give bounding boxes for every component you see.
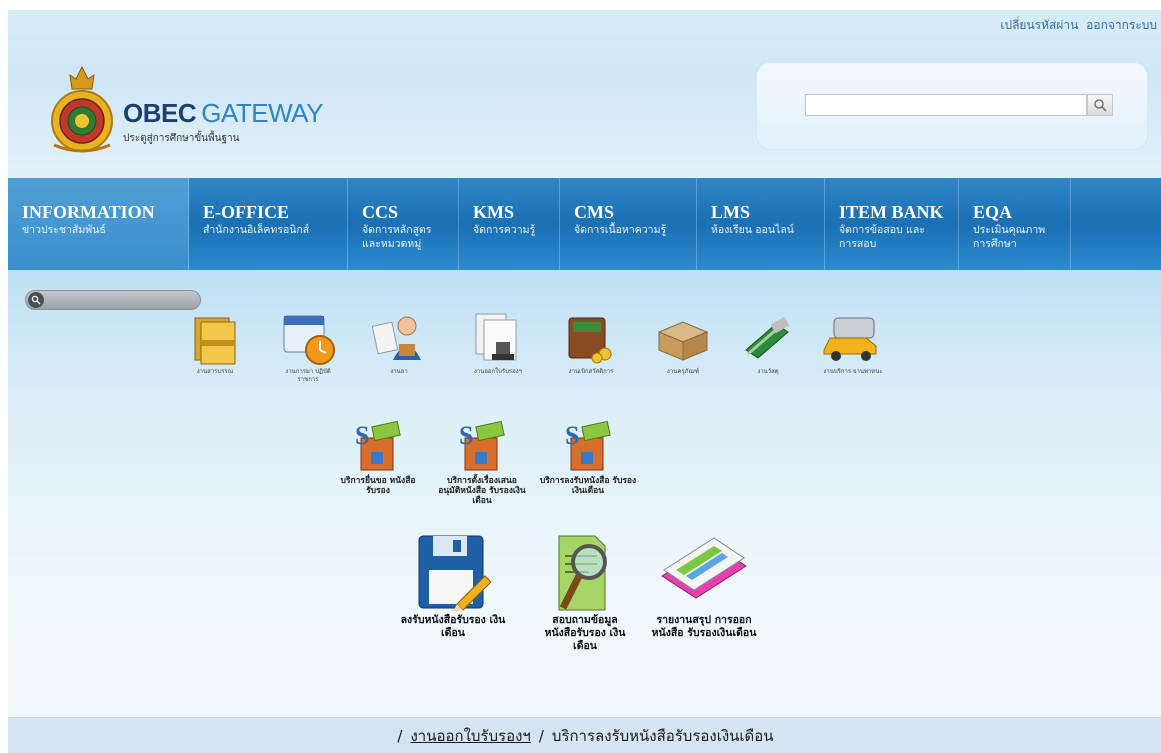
search-button[interactable] bbox=[1087, 94, 1113, 116]
open-box-icon bbox=[657, 321, 709, 361]
nav-item-cms[interactable]: CMS จัดการเนื้อหาความรู้ bbox=[560, 178, 697, 270]
svg-text:S: S bbox=[355, 421, 369, 450]
breadcrumb: / งานออกใบรับรองฯ / บริการลงรับหนังสือรั… bbox=[8, 717, 1161, 753]
calendar-clock-icon bbox=[283, 315, 335, 365]
breadcrumb-link[interactable]: งานออกใบรับรองฯ bbox=[410, 724, 530, 748]
module-label: งานสารบรรณ bbox=[196, 368, 234, 375]
nav-sub: จัดการข้อสอบ และการสอบ bbox=[839, 224, 925, 250]
nav-item-eqa[interactable]: EQA ประเมินคุณภาพ การศึกษา bbox=[959, 178, 1071, 270]
module-tile[interactable]: งานเบิกสวัสดิการ bbox=[551, 310, 631, 376]
breadcrumb-separator: / bbox=[538, 726, 544, 745]
eoffice-package-icon: S bbox=[565, 420, 611, 471]
module-tile[interactable]: งานลา bbox=[364, 310, 434, 376]
module-label: งานลา bbox=[390, 368, 408, 375]
brand-obec: OBEC bbox=[123, 98, 197, 128]
stapler-icon bbox=[745, 316, 790, 359]
brand-subtitle: ประตูสู่การศึกษาขั้นพื้นฐาน bbox=[123, 133, 240, 144]
module-tile[interactable]: งานครุภัณฑ์ bbox=[648, 310, 718, 376]
nav-item-information[interactable]: INFORMATION ข่าวประชาสัมพันธ์ bbox=[8, 178, 189, 270]
service-label: บริการยื่นขอ หนังสือรับรอง bbox=[340, 476, 416, 496]
nav-sub: จัดการความรู้ bbox=[473, 224, 536, 236]
nav-sub: ข่าวประชาสัมพันธ์ bbox=[22, 224, 106, 236]
svg-text:S: S bbox=[459, 421, 473, 450]
action-label: สอบถามข้อมูล หนังสือรับรอง เงินเดือน bbox=[544, 614, 626, 652]
search-input[interactable] bbox=[805, 94, 1087, 116]
module-tile[interactable]: งานการมา ปฏิบัติราชการ bbox=[278, 310, 338, 384]
nav-title: KMS bbox=[473, 202, 515, 222]
folders-icon bbox=[194, 317, 236, 365]
nav-sub: จัดการหลักสูตร และหมวดหมู่ bbox=[362, 224, 432, 250]
main-nav: INFORMATION ข่าวประชาสัมพันธ์ E-OFFICE ส… bbox=[8, 178, 1161, 270]
module-label: งานเบิกสวัสดิการ bbox=[568, 368, 614, 375]
nav-sub: ประเมินคุณภาพ การศึกษา bbox=[973, 224, 1046, 250]
magnifier-icon bbox=[1094, 99, 1107, 112]
nav-title: INFORMATION bbox=[22, 202, 155, 222]
nav-sub: ห้องเรียน ออนไลน์ bbox=[711, 224, 794, 236]
nav-item-item-bank[interactable]: ITEM BANK จัดการข้อสอบ และการสอบ bbox=[825, 178, 959, 270]
side-search-bar[interactable] bbox=[25, 290, 201, 310]
action-label: รายงานสรุป การออกหนังสือ รับรองเงินเดือน bbox=[651, 614, 757, 639]
module-label: งานวัสดุ bbox=[757, 368, 779, 375]
action-tile[interactable]: ลงรับหนังสือรับรอง เงินเดือน bbox=[390, 532, 516, 640]
module-label: งานครุภัณฑ์ bbox=[666, 368, 700, 375]
nav-item-lms[interactable]: LMS ห้องเรียน ออนไลน์ bbox=[697, 178, 825, 270]
page: เปลี่ยนรหัสผ่าน ออกจากระบบ OBEC GATEWAY … bbox=[8, 10, 1161, 753]
nav-title: LMS bbox=[711, 202, 751, 222]
nav-title: ITEM BANK bbox=[839, 202, 944, 222]
nav-item-e-office[interactable]: E-OFFICE สำนักงานอิเล็คทรอนิกส์ bbox=[189, 178, 348, 270]
breadcrumb-separator: / bbox=[397, 726, 403, 745]
search-icon bbox=[28, 292, 44, 308]
header: เปลี่ยนรหัสผ่าน ออกจากระบบ OBEC GATEWAY … bbox=[8, 10, 1161, 178]
module-label: งานบริการ ยานพาหนะ bbox=[823, 368, 883, 375]
brand-gateway: GATEWAY bbox=[201, 98, 323, 128]
service-tile[interactable]: S บริการลงรับหนังสือ รับรองเงินเดือน bbox=[538, 418, 638, 496]
action-tile[interactable]: สอบถามข้อมูล หนังสือรับรอง เงินเดือน bbox=[536, 532, 634, 653]
nav-item-kms[interactable]: KMS จัดการความรู้ bbox=[459, 178, 560, 270]
nav-title: EQA bbox=[973, 202, 1013, 222]
service-label: บริการตั้งเรื่องเสนอ อนุมัติหนังสือ รับร… bbox=[438, 476, 526, 506]
action-tile[interactable]: รายงานสรุป การออกหนังสือ รับรองเงินเดือน bbox=[648, 532, 760, 640]
logout-link[interactable]: ออกจากระบบ bbox=[1086, 18, 1157, 32]
service-tile[interactable]: S บริการตั้งเรื่องเสนอ อนุมัติหนังสือ รั… bbox=[436, 418, 528, 506]
content-area: งานสารบรรณ งานการมา ปฏิบัติราชการ งานลา bbox=[8, 270, 1161, 717]
change-password-link[interactable]: เปลี่ยนรหัสผ่าน bbox=[1000, 18, 1078, 32]
nav-title: CCS bbox=[362, 202, 399, 222]
service-label: บริการลงรับหนังสือ รับรองเงินเดือน bbox=[539, 476, 637, 496]
businessman-icon bbox=[371, 316, 421, 360]
certificate-stamp-icon bbox=[475, 313, 517, 361]
nav-title: E-OFFICE bbox=[203, 202, 290, 222]
svg-text:S: S bbox=[565, 421, 579, 450]
breadcrumb-current: บริการลงรับหนังสือรับรองเงินเดือน bbox=[551, 726, 774, 745]
action-label: ลงรับหนังสือรับรอง เงินเดือน bbox=[400, 614, 506, 639]
module-tile[interactable]: งานออกใบรับรองฯ bbox=[458, 310, 538, 376]
nav-title: CMS bbox=[574, 202, 614, 222]
document-search-icon bbox=[558, 535, 607, 611]
top-links: เปลี่ยนรหัสผ่าน ออกจากระบบ bbox=[996, 16, 1157, 35]
module-tile[interactable]: งานวัสดุ bbox=[733, 310, 803, 376]
nav-sub: จัดการเนื้อหาความรู้ bbox=[574, 224, 667, 236]
search-panel bbox=[756, 62, 1148, 150]
nav-sub: สำนักงานอิเล็คทรอนิกส์ bbox=[203, 224, 310, 236]
brand: OBEC GATEWAY ประตูสู่การศึกษาขั้นพื้นฐาน bbox=[123, 98, 323, 146]
service-tile[interactable]: S บริการยื่นขอ หนังสือรับรอง bbox=[337, 418, 419, 496]
module-tile[interactable]: งานสารบรรณ bbox=[180, 310, 250, 376]
nav-item-ccs[interactable]: CCS จัดการหลักสูตร และหมวดหมู่ bbox=[348, 178, 459, 270]
obec-seal-logo bbox=[51, 65, 113, 153]
module-label: งานการมา ปฏิบัติราชการ bbox=[285, 368, 331, 383]
module-label: งานออกใบรับรองฯ bbox=[473, 368, 523, 375]
eoffice-package-icon: S bbox=[459, 420, 505, 471]
eoffice-package-icon: S bbox=[355, 420, 401, 471]
vehicles-icon bbox=[823, 317, 877, 361]
save-disk-icon bbox=[418, 535, 492, 612]
wallet-coins-icon bbox=[568, 317, 612, 364]
module-tile[interactable]: งานบริการ ยานพาหนะ bbox=[813, 310, 893, 376]
report-stack-icon bbox=[661, 537, 747, 599]
